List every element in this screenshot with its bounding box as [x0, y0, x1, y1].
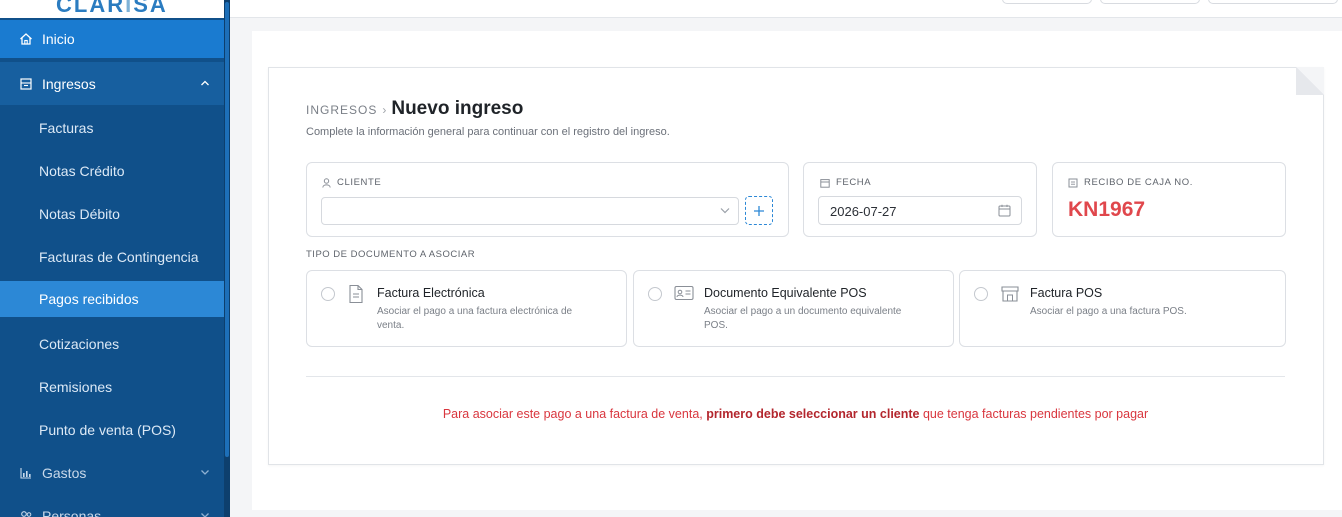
notice-bold: primero debe seleccionar un cliente — [706, 407, 920, 421]
option-description: Asociar el pago a una factura electrónic… — [377, 305, 572, 333]
calendar-icon — [820, 178, 830, 188]
notice-part1: Para asociar este pago a una factura de … — [442, 407, 707, 421]
top-action-button-1[interactable] — [1002, 0, 1092, 4]
sidebar-item-facturas[interactable]: Facturas — [0, 106, 224, 149]
breadcrumb-ingresos[interactable]: INGRESOS — [306, 103, 377, 117]
notice-part2: que tenga facturas pendientes por pagar — [919, 407, 1149, 421]
sidebar-item-label: Inicio — [42, 31, 75, 47]
option-description-line2: POS. — [704, 320, 728, 331]
top-bar — [230, 0, 1342, 18]
option-factura-electronica[interactable]: Factura Electrónica Asociar el pago a un… — [306, 270, 627, 347]
chevron-up-icon — [201, 80, 209, 86]
sidebar-item-notas-credito[interactable]: Notas Crédito — [0, 149, 224, 192]
calendar-icon[interactable] — [998, 204, 1011, 217]
option-description-line1: Asociar el pago a una factura electrónic… — [377, 306, 573, 317]
top-action-button-2[interactable] — [1100, 0, 1200, 4]
sidebar-scrollbar-thumb[interactable] — [225, 2, 229, 457]
sidebar-item-label: Personas — [42, 507, 102, 517]
store-icon — [1001, 286, 1019, 302]
people-icon — [18, 508, 34, 517]
radio-documento-equivalente-pos[interactable] — [648, 287, 662, 301]
sidebar-item-label: Facturas — [39, 119, 94, 136]
sidebar-item-ingresos[interactable]: Ingresos — [0, 62, 224, 105]
breadcrumb: INGRESOS › Nuevo ingreso — [306, 98, 523, 120]
option-title: Factura Electrónica — [377, 286, 485, 300]
page-subtitle: Complete la información general para con… — [306, 126, 670, 138]
cliente-label-text: CLIENTE — [337, 177, 382, 188]
home-icon — [18, 31, 34, 47]
sidebar-item-label: Notas Débito — [39, 205, 120, 222]
sidebar-item-label: Punto de venta (POS) — [39, 421, 176, 438]
sidebar-item-inicio[interactable]: Inicio — [0, 20, 224, 58]
bar-chart-icon — [18, 465, 34, 481]
divider — [306, 376, 1285, 377]
logo-text-main: CLAR — [56, 0, 126, 17]
fecha-input[interactable]: 2026-07-27 — [818, 196, 1022, 225]
plus-icon — [754, 205, 764, 216]
sidebar-item-cotizaciones[interactable]: Cotizaciones — [0, 322, 224, 365]
recibo-label-text: RECIBO DE CAJA NO. — [1084, 177, 1193, 188]
sidebar-item-facturas-contingencia[interactable]: Facturas de Contingencia — [0, 235, 224, 278]
logo-band: CLARISA — [0, 0, 224, 18]
sidebar-item-remisiones[interactable]: Remisiones — [0, 365, 224, 408]
notice-message: Para asociar este pago a una factura de … — [306, 407, 1285, 421]
chevron-down-icon — [720, 208, 730, 214]
chevron-down-icon — [201, 513, 209, 517]
fecha-label-text: FECHA — [836, 177, 872, 188]
sidebar-item-label: Gastos — [42, 464, 87, 481]
option-title: Documento Equivalente POS — [704, 286, 867, 300]
sidebar-item-gastos[interactable]: Gastos — [0, 451, 224, 494]
add-client-button[interactable] — [745, 196, 773, 225]
logo[interactable]: CLARISA — [56, 0, 168, 18]
option-documento-equivalente-pos[interactable]: Documento Equivalente POS Asociar el pag… — [633, 270, 954, 347]
option-description: Asociar el pago a una factura POS. — [1030, 305, 1187, 319]
chevron-down-icon — [201, 470, 209, 475]
page-fold-decoration — [1296, 67, 1324, 95]
user-icon — [322, 177, 331, 188]
sidebar: CLARISA Inicio Ingresos Facturas Notas C… — [0, 0, 230, 517]
option-factura-pos[interactable]: Factura POS Asociar el pago a una factur… — [959, 270, 1286, 347]
option-description-line1: Asociar el pago a una factura POS. — [1030, 306, 1187, 317]
recibo-number: KN1967 — [1068, 198, 1146, 221]
receipt-icon — [1068, 178, 1078, 187]
fecha-label: FECHA — [820, 177, 871, 188]
breadcrumb-separator-icon: › — [382, 103, 387, 117]
sidebar-item-label: Ingresos — [42, 75, 96, 92]
option-title: Factura POS — [1030, 286, 1103, 300]
sidebar-item-pagos-recibidos[interactable]: Pagos recibidos — [0, 281, 224, 317]
register-icon — [18, 76, 34, 92]
sidebar-item-label: Cotizaciones — [39, 335, 120, 352]
radio-factura-pos[interactable] — [974, 287, 988, 301]
id-card-icon — [674, 285, 694, 301]
page-title: Nuevo ingreso — [391, 98, 524, 119]
radio-factura-electronica[interactable] — [321, 287, 335, 301]
tipo-documento-label: TIPO DE DOCUMENTO A ASOCIAR — [306, 249, 476, 260]
logo-text-end: SA — [133, 0, 168, 17]
option-description-line1: Asociar el pago a un documento equivalen… — [704, 306, 902, 317]
sidebar-item-label: Remisiones — [39, 378, 113, 395]
sidebar-item-personas[interactable]: Personas — [0, 494, 224, 517]
document-icon — [349, 284, 363, 304]
cliente-label: CLIENTE — [322, 177, 381, 188]
recibo-label: RECIBO DE CAJA NO. — [1068, 177, 1193, 188]
sidebar-item-label: Facturas de Contingencia — [39, 248, 199, 265]
sidebar-item-label: Pagos recibidos — [39, 291, 139, 307]
sidebar-item-punto-de-venta[interactable]: Punto de venta (POS) — [0, 408, 224, 451]
fecha-input-value: 2026-07-27 — [830, 204, 897, 219]
cliente-select[interactable] — [321, 197, 739, 225]
top-action-button-3[interactable] — [1208, 0, 1338, 4]
sidebar-item-label: Notas Crédito — [39, 162, 125, 179]
sidebar-item-notas-debito[interactable]: Notas Débito — [0, 192, 224, 235]
option-description-line2: venta. — [377, 320, 405, 331]
option-description: Asociar el pago a un documento equivalen… — [704, 305, 901, 333]
